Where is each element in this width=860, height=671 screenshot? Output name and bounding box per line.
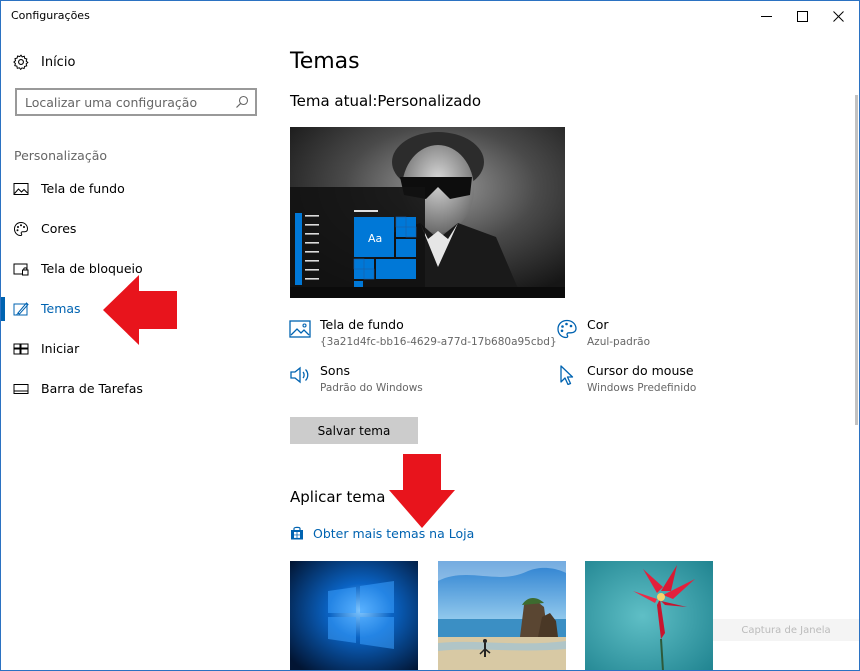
- property-value: Windows Predefinido: [587, 382, 697, 394]
- main-content: Temas Tema atual:Personalizado Aa Tela d…: [271, 31, 859, 670]
- picture-icon: [289, 320, 311, 338]
- property-mouse-cursor[interactable]: Cursor do mouse Windows Predefinido: [556, 363, 816, 403]
- property-name: Sons: [320, 363, 351, 378]
- window-title: Configurações: [11, 9, 90, 22]
- taskbar-icon: [13, 384, 29, 394]
- property-name: Tela de fundo: [320, 317, 404, 332]
- sidebar-item-background[interactable]: Tela de fundo: [1, 171, 271, 207]
- preview-tile-text: Aa: [368, 232, 382, 245]
- sidebar: Início Personalização Tela de fundo Core…: [1, 31, 271, 670]
- current-theme-label: Tema atual:Personalizado: [290, 92, 482, 110]
- home-link[interactable]: Início: [13, 51, 75, 73]
- start-icon: [13, 343, 29, 355]
- property-background[interactable]: Tela de fundo {3a21d4fc-bb16-4629-a77d-1…: [289, 317, 557, 357]
- save-theme-button[interactable]: Salvar tema: [290, 417, 418, 444]
- property-name: Cursor do mouse: [587, 363, 694, 378]
- settings-window: Configurações Início Personalização: [0, 0, 860, 671]
- cursor-icon: [560, 365, 574, 385]
- red-arrow-down: [389, 454, 455, 528]
- lock-screen-icon: [13, 263, 29, 276]
- home-label: Início: [41, 54, 76, 70]
- picture-icon: [13, 183, 29, 195]
- property-value: Azul-padrão: [587, 336, 650, 348]
- vertical-scrollbar[interactable]: [855, 95, 858, 425]
- maximize-icon: [796, 10, 808, 22]
- close-button[interactable]: [815, 1, 859, 31]
- sidebar-item-label: Tela de bloqueio: [41, 261, 143, 276]
- theme-thumbnail-beach[interactable]: [438, 561, 566, 670]
- property-value: {3a21d4fc-bb16-4629-a77d-17b680a95cbd}: [320, 336, 557, 348]
- sidebar-item-taskbar[interactable]: Barra de Tarefas: [1, 371, 271, 407]
- theme-thumbnail-flower[interactable]: [585, 561, 713, 670]
- gear-icon: [13, 54, 29, 70]
- close-icon: [832, 10, 844, 22]
- property-name: Cor: [587, 317, 609, 332]
- page-title: Temas: [290, 49, 360, 74]
- palette-icon: [557, 319, 577, 339]
- flower-theme-image: [585, 561, 713, 670]
- title-bar: Configurações: [1, 1, 859, 31]
- sidebar-item-label: Iniciar: [41, 341, 80, 356]
- property-value: Padrão do Windows: [320, 382, 423, 394]
- active-indicator: [1, 297, 5, 321]
- theme-preview: Aa: [290, 127, 565, 298]
- themes-icon: [13, 302, 29, 316]
- speaker-icon: [290, 366, 309, 384]
- sidebar-item-label: Tela de fundo: [41, 181, 125, 196]
- theme-thumbnail-windows[interactable]: [290, 561, 418, 670]
- property-sounds[interactable]: Sons Padrão do Windows: [289, 363, 549, 403]
- search-box[interactable]: [15, 88, 257, 116]
- search-input[interactable]: [25, 93, 230, 111]
- search-icon[interactable]: [235, 95, 249, 109]
- windows-theme-image: [290, 561, 418, 670]
- sidebar-item-label: Cores: [41, 221, 77, 236]
- palette-icon: [13, 221, 29, 237]
- preview-image: Aa: [290, 127, 565, 298]
- red-arrow-left: [103, 275, 177, 345]
- apply-theme-heading: Aplicar tema: [290, 488, 386, 506]
- minimize-icon: [760, 15, 772, 17]
- store-icon: [291, 526, 303, 540]
- section-label: Personalização: [14, 148, 108, 163]
- sidebar-item-label: Barra de Tarefas: [41, 381, 143, 396]
- beach-theme-image: [438, 561, 566, 670]
- property-color[interactable]: Cor Azul-padrão: [556, 317, 816, 357]
- sidebar-item-colors[interactable]: Cores: [1, 211, 271, 247]
- sidebar-item-label: Temas: [41, 301, 81, 316]
- watermark: Captura de Janela: [713, 619, 859, 641]
